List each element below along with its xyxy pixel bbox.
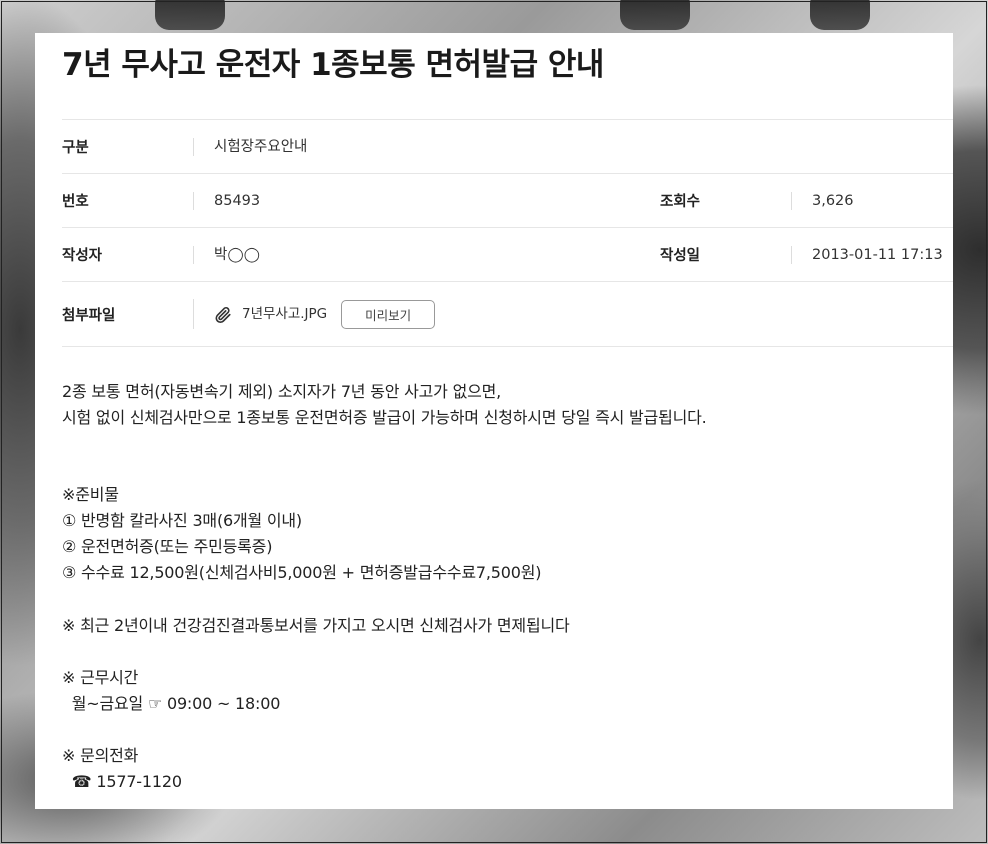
number-label: 번호: [62, 194, 89, 210]
prep-item-1: ① 반명함 칼라사진 3매(6개월 이내): [62, 511, 302, 530]
paperclip-icon: [214, 305, 232, 324]
post-content: 2종 보통 면허(자동변속기 제외) 소지자가 7년 동안 사고가 없으면, 시…: [62, 379, 943, 795]
prep-heading: ※준비물: [62, 485, 119, 504]
hours-value: 월~금요일 ☞ 09:00 ~ 18:00: [62, 694, 281, 713]
preview-button[interactable]: 미리보기: [341, 299, 436, 329]
hours-heading: ※ 근무시간: [62, 668, 139, 687]
date-value: 2013-01-11 17:13: [791, 245, 943, 264]
exemption-note: ※ 최근 2년이내 건강검진결과통보서를 가지고 오시면 신체검사가 면제됩니다: [62, 616, 570, 635]
attachment-value: 7년무사고.JPG 미리보기: [193, 299, 436, 329]
author-label: 작성자: [62, 248, 103, 264]
category-label: 구분: [62, 140, 89, 156]
info-row-attachment: 첨부파일 7년무사고.JPG 미리보기: [62, 282, 953, 347]
intro-line-1: 2종 보통 면허(자동변속기 제외) 소지자가 7년 동안 사고가 없으면,: [62, 382, 502, 401]
category-value: 시험장주요안내: [193, 137, 307, 156]
background-shape: [810, 0, 870, 30]
views-label: 조회수: [660, 194, 701, 210]
attachment-file-link[interactable]: 7년무사고.JPG: [242, 299, 327, 329]
background-shape: [620, 0, 690, 30]
background-shape: [155, 0, 225, 30]
info-row-author: 작성자 박◯◯ 작성일 2013-01-11 17:13: [62, 228, 953, 282]
phone-value: ☎ 1577-1120: [62, 772, 182, 791]
prep-item-3: ③ 수수료 12,500원(신체검사비5,000원 + 면허증발급수수료7,50…: [62, 563, 542, 582]
intro-line-2: 시험 없이 신체검사만으로 1종보통 운전면허증 발급이 가능하며 신청하시면 …: [62, 408, 707, 427]
prep-item-2: ② 운전면허증(또는 주민등록증): [62, 537, 273, 556]
page-title: 7년 무사고 운전자 1종보통 면허발급 안내: [62, 47, 604, 83]
post-detail-page: 7년 무사고 운전자 1종보통 면허발급 안내 구분 시험장주요안내 번호 85…: [35, 33, 953, 809]
date-label: 작성일: [660, 248, 701, 264]
info-row-number: 번호 85493 조회수 3,626: [62, 174, 953, 228]
number-value: 85493: [193, 191, 640, 210]
views-value: 3,626: [791, 191, 854, 210]
post-info-table: 구분 시험장주요안내 번호 85493 조회수 3,626 작성자 박◯◯ 작성…: [62, 119, 953, 347]
info-row-category: 구분 시험장주요안내: [62, 120, 953, 174]
phone-heading: ※ 문의전화: [62, 746, 139, 765]
attachment-label: 첨부파일: [62, 307, 116, 324]
author-value: 박◯◯: [193, 245, 640, 264]
